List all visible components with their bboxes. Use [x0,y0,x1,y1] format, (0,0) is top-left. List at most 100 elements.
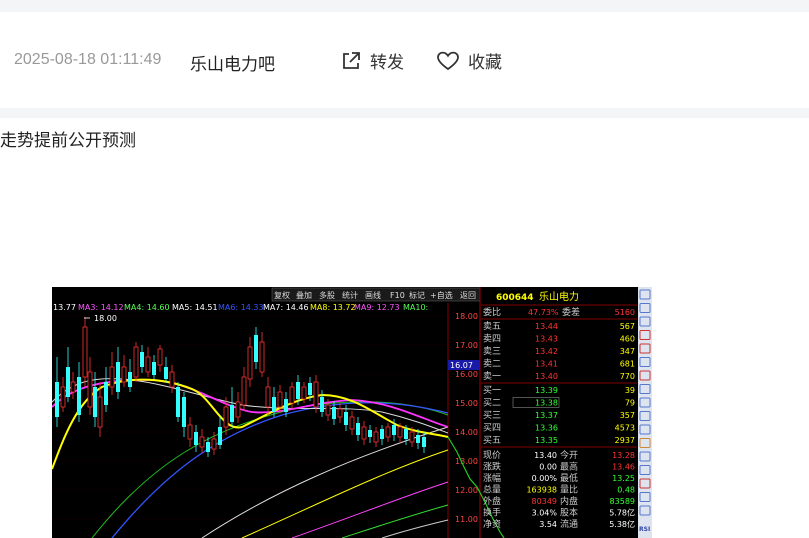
bid-price: 13.37 [535,411,558,420]
ma-legend-item: MA7: 14.46 [263,303,309,312]
peak-label: 18.00 [94,314,117,323]
candle-body [93,387,97,417]
candle-body [301,386,307,400]
share-icon [343,51,360,69]
candle-body [223,406,229,428]
favorite-button[interactable]: 收藏 [436,48,502,73]
toolbar-item[interactable]: F10 [390,291,405,300]
candle-body [70,381,76,393]
candle-body [116,362,120,392]
ma-legend-item: MA8: 13.72 [310,303,356,312]
stat-label: 外盘 [483,495,501,507]
ask-price: 13.42 [535,347,558,356]
toolbar-item[interactable]: 返回 [460,291,476,300]
toolbar-item[interactable]: 多股 [319,290,335,300]
bid-price: 13.35 [535,436,558,445]
toolbar-item[interactable]: 画线 [365,290,381,300]
ask-price: 13.40 [535,372,558,381]
price-tick: 15.00 [455,399,478,408]
bid-label: 买五 [483,435,501,446]
stat-value: 163938 [526,486,557,495]
candle-body [325,404,331,416]
stat-label: 最低 [560,472,578,484]
price-tick: 17.00 [455,341,478,350]
candle-body [55,382,59,417]
bid-price: 13.39 [535,386,558,395]
candle-body [206,442,210,452]
ma-legend-item: MA4: 14.60 [124,303,170,312]
candle-body [392,425,396,435]
candle-body [230,405,234,422]
stock-chart-image[interactable]: 复权 叠加 多股 统计 画线 F10 标记 +自选 返回 13.77 MA3: 14.12 MA4:… [52,287,652,538]
ask-price: 13.43 [535,335,558,344]
candle-body [87,371,93,408]
candle-body [356,423,360,435]
price-tick: 13.00 [455,457,478,466]
post-timestamp: 2025-08-18 01:11:49 [14,51,162,68]
stat-value: 80349 [532,497,557,506]
candle-body [259,341,265,373]
price-tick: 11.00 [455,515,478,524]
favorite-label: 收藏 [468,53,502,72]
stat-value: 0.00 [539,463,557,472]
toolbar-item[interactable]: 统计 [342,290,358,300]
chart-toolbar-items: 复权 叠加 多股 统计 画线 F10 标记 +自选 返回 [274,290,476,300]
candle-body [140,352,144,367]
candle-body [152,362,156,375]
candle-body [332,407,336,419]
ask-label: 卖一 [483,371,501,382]
stat-value: 5.38亿 [609,519,635,529]
ma-legend-item: 13.77 [53,303,76,312]
candle-body [380,429,384,439]
ask-volume: 347 [620,347,635,356]
ma-legend-item: MA5: 14.51 [172,303,218,312]
post-author-link[interactable]: 乐山电力吧 [190,50,275,75]
ask-volume: 681 [620,360,635,369]
candle-body [296,382,300,399]
ask-volume: 567 [620,322,635,331]
bid-price: 13.38 [535,399,558,408]
candle-body [235,401,241,418]
stat-value: 0.48 [617,486,635,495]
candle-body [104,382,108,405]
toolbar-item[interactable]: 复权 [274,290,290,300]
toolbar-item[interactable]: 标记 [409,290,425,300]
share-button[interactable]: 转发 [340,48,404,73]
stat-label: 现价 [483,450,501,461]
bid-label: 买二 [483,398,501,409]
toolbar-item[interactable]: +自选 [430,290,453,300]
candle-body [373,431,379,443]
ask-volume: 460 [620,335,635,344]
candle-body [182,397,186,427]
candle-body [187,424,193,440]
candle-body [277,391,283,408]
candle-body [416,435,420,443]
candle-body [176,387,180,417]
ask-label: 卖四 [483,334,501,345]
price-tick: 12.00 [455,486,478,495]
candle-body [241,376,247,406]
candle-body [254,335,258,362]
candle-body [194,432,198,445]
stat-value: 13.28 [612,451,635,460]
stat-label: 今开 [560,449,578,461]
candle-body [385,426,391,438]
candle-body [313,381,319,408]
candle-body [349,416,355,430]
candle-body [121,366,127,383]
candle-body [344,412,348,425]
candle-body [337,408,343,418]
ma-legend-item: MA10: [403,303,428,312]
stat-label: 换手 [483,507,501,519]
candle-body [422,437,426,447]
ask-volume: 770 [620,372,635,381]
post-content: 走势提前公开预测 [0,131,136,150]
candle-body [409,431,415,443]
ma-legend-item: MA6: 14.33 [218,303,264,312]
rsi-label[interactable]: RSI [639,526,650,533]
toolbar-item[interactable]: 叠加 [296,290,312,300]
share-label: 转发 [370,53,404,72]
candle-body [289,386,295,404]
ma-legend-item: MA3: 14.12 [78,303,124,312]
price-tick: 16.00 [455,370,478,379]
